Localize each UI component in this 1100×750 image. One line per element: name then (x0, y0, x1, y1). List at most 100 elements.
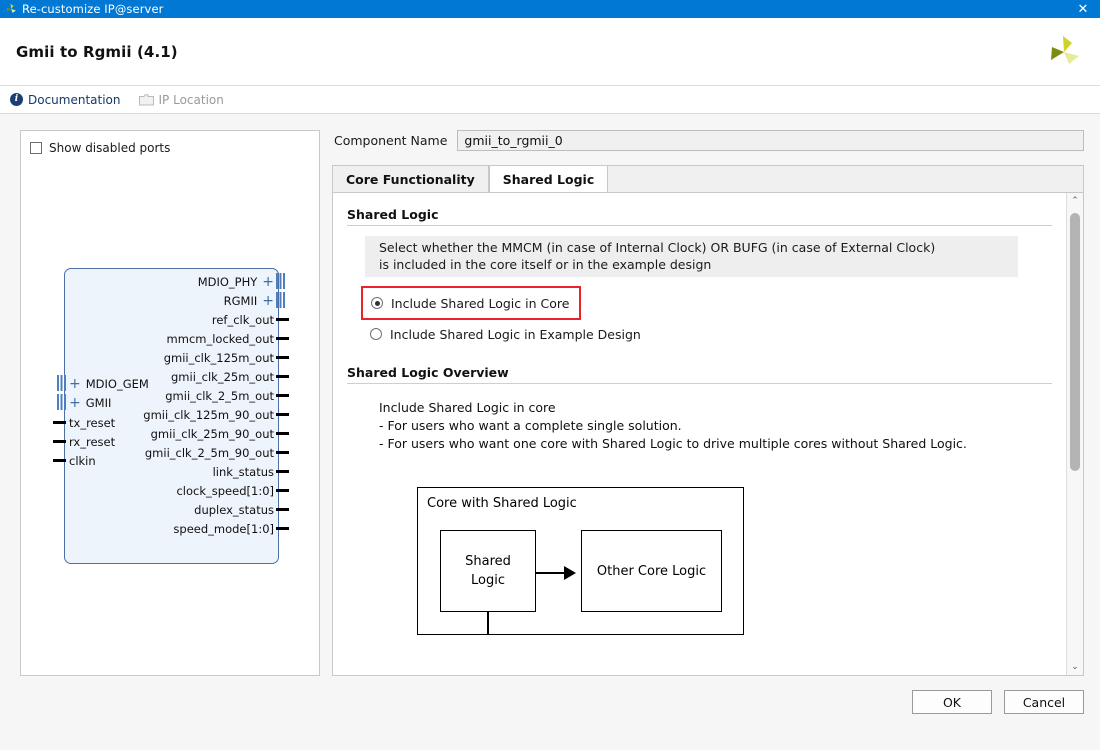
ip-symbol-panel: Show disabled ports MDIO_PHY + RGMII + r… (20, 130, 320, 676)
port-label: duplex_status (194, 502, 274, 517)
option-include-shared-logic-in-example-design[interactable]: Include Shared Logic in Example Design (365, 323, 646, 345)
expander-icon[interactable]: + (69, 396, 81, 410)
radio-icon[interactable] (371, 297, 383, 309)
port-gmii-clk-2-5m-out[interactable]: gmii_clk_2_5m_out (165, 386, 289, 405)
port-mdio-phy[interactable]: MDIO_PHY + (197, 272, 285, 291)
port-label: RGMII (223, 293, 258, 308)
overview-line-3: - For users who want one core with Share… (379, 436, 967, 451)
port-label: gmii_clk_2_5m_90_out (144, 445, 274, 460)
port-label: gmii_clk_25m_90_out (150, 426, 274, 441)
documentation-link[interactable]: i Documentation (10, 93, 121, 107)
shared-logic-options: Include Shared Logic in Core Include Sha… (347, 286, 1052, 345)
window-title: Re-customize IP@server (22, 2, 164, 16)
port-rgmii[interactable]: RGMII + (223, 291, 285, 310)
pin-connector-icon (276, 318, 289, 321)
ip-symbol-block: MDIO_PHY + RGMII + ref_clk_out mmcm_lock… (53, 268, 289, 564)
diagram-drop-line (487, 612, 489, 634)
bus-connector-icon (57, 394, 66, 410)
diagram-caption: Core with Shared Logic (427, 496, 577, 511)
port-gmii-clk-125m-out[interactable]: gmii_clk_125m_out (164, 348, 289, 367)
port-rx-reset[interactable]: rx_reset (53, 432, 116, 451)
component-name-input[interactable]: gmii_to_rgmii_0 (457, 130, 1084, 151)
scroll-down-icon[interactable]: ⌄ (1067, 659, 1083, 675)
bus-connector-icon (57, 375, 66, 391)
option-label: Include Shared Logic in Example Design (390, 326, 641, 342)
port-clkin[interactable]: clkin (53, 451, 96, 470)
cancel-button[interactable]: Cancel (1004, 690, 1084, 714)
dialog-toolbar: i Documentation IP Location (0, 86, 1100, 114)
port-label: MDIO_PHY (197, 274, 258, 289)
pin-connector-icon (276, 337, 289, 340)
show-disabled-ports-row[interactable]: Show disabled ports (21, 131, 319, 155)
core-with-shared-logic-diagram: Core with Shared Logic Shared Logic Othe… (417, 487, 744, 635)
port-label: mmcm_locked_out (166, 331, 274, 346)
port-label: MDIO_GEM (85, 376, 149, 391)
xilinx-logo-icon (4, 2, 18, 16)
pin-connector-icon (276, 413, 289, 416)
close-icon[interactable]: ✕ (1066, 0, 1100, 18)
tabstrip: Core Functionality Shared Logic (332, 165, 1084, 193)
pin-connector-icon (276, 508, 289, 511)
expander-icon[interactable]: + (262, 275, 274, 289)
port-gmii-clk-25m-90-out[interactable]: gmii_clk_25m_90_out (150, 424, 289, 443)
port-label: link_status (212, 464, 274, 479)
ok-button[interactable]: OK (912, 690, 992, 714)
port-label: clkin (69, 453, 96, 468)
hint-line-2: is included in the core itself or in the… (379, 257, 712, 272)
workspace: Show disabled ports MDIO_PHY + RGMII + r… (0, 114, 1100, 676)
port-link-status[interactable]: link_status (212, 462, 289, 481)
pin-connector-icon (53, 440, 66, 443)
tab-core-functionality[interactable]: Core Functionality (333, 166, 489, 192)
option-label: Include Shared Logic in Core (391, 295, 570, 311)
pin-connector-icon (276, 375, 289, 378)
tab-shared-logic[interactable]: Shared Logic (488, 166, 609, 193)
port-gmii[interactable]: + GMII (57, 393, 111, 412)
expander-icon[interactable]: + (262, 294, 274, 308)
scrollbar-thumb[interactable] (1070, 213, 1080, 471)
bus-connector-icon (276, 273, 285, 289)
port-label: clock_speed[1:0] (176, 483, 274, 498)
port-gmii-clk-125m-90-out[interactable]: gmii_clk_125m_90_out (143, 405, 289, 424)
port-ref-clk-out[interactable]: ref_clk_out (212, 310, 289, 329)
port-tx-reset[interactable]: tx_reset (53, 413, 116, 432)
port-gmii-clk-25m-out[interactable]: gmii_clk_25m_out (171, 367, 289, 386)
pin-connector-icon (276, 356, 289, 359)
overview-heading: Shared Logic Overview (347, 365, 509, 380)
option-include-shared-logic-in-core[interactable]: Include Shared Logic in Core (361, 286, 582, 320)
info-icon: i (10, 93, 23, 106)
dialog-footer: OK Cancel (0, 676, 1100, 750)
diagram-block-other-core-logic: Other Core Logic (581, 530, 722, 612)
pin-connector-icon (53, 459, 66, 462)
xilinx-brand-logo-icon (1046, 33, 1082, 71)
port-mdio-gem[interactable]: + MDIO_GEM (57, 374, 149, 393)
radio-icon[interactable] (370, 328, 382, 340)
shared-logic-heading: Shared Logic (347, 207, 439, 222)
show-disabled-ports-label: Show disabled ports (49, 141, 171, 155)
ip-location-link[interactable]: IP Location (138, 93, 224, 107)
folder-icon (138, 93, 154, 106)
scrollbar-track[interactable] (1067, 209, 1083, 659)
port-label: rx_reset (69, 434, 116, 449)
scroll-up-icon[interactable]: ⌃ (1067, 193, 1083, 209)
port-label: tx_reset (69, 415, 116, 430)
page-title: Gmii to Rgmii (4.1) (16, 42, 178, 61)
pin-connector-icon (276, 527, 289, 530)
window-titlebar: Re-customize IP@server ✕ (0, 0, 1100, 18)
port-gmii-clk-2-5m-90-out[interactable]: gmii_clk_2_5m_90_out (144, 443, 289, 462)
diagram-block-line-1: Shared (465, 554, 511, 569)
diagram-arrow-head-icon (564, 566, 576, 580)
shared-logic-hint: Select whether the MMCM (in case of Inte… (365, 236, 1018, 277)
port-speed-mode[interactable]: speed_mode[1:0] (173, 519, 289, 538)
port-label: gmii_clk_125m_90_out (143, 407, 274, 422)
port-label: speed_mode[1:0] (173, 521, 274, 536)
heading-divider (347, 225, 1052, 226)
show-disabled-ports-checkbox[interactable] (30, 142, 42, 154)
content-scrollbar[interactable]: ⌃ ⌄ (1066, 193, 1083, 675)
port-label: gmii_clk_2_5m_out (165, 388, 274, 403)
expander-icon[interactable]: + (69, 377, 81, 391)
pin-connector-icon (53, 421, 66, 424)
port-clock-speed[interactable]: clock_speed[1:0] (176, 481, 289, 500)
port-duplex-status[interactable]: duplex_status (194, 500, 289, 519)
port-mmcm-locked-out[interactable]: mmcm_locked_out (166, 329, 289, 348)
tab-panel: Core Functionality Shared Logic Shared L… (332, 165, 1084, 676)
